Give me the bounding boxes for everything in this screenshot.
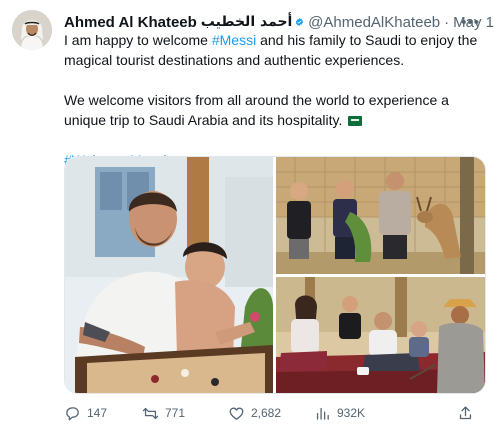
avatar-image (12, 10, 52, 50)
verified-badge-icon (296, 18, 304, 26)
share-button[interactable] (457, 405, 480, 422)
messi-hashtag-link[interactable]: #Messi (212, 32, 256, 48)
author-name[interactable]: Ahmed Al Khateeb (64, 14, 197, 31)
text-segment: I am happy to welcome (64, 32, 212, 48)
photo-family-sitting-with-guide[interactable] (276, 277, 486, 394)
tweet-header: Ahmed Al Khateeb أحمد الخطيب @AhmedAlKha… (64, 12, 494, 32)
retweet-button[interactable]: 771 (142, 405, 228, 422)
retweet-count: 771 (165, 406, 186, 420)
views-button[interactable]: 932K (314, 405, 404, 422)
photo-boys-feeding-deer[interactable] (276, 157, 486, 274)
author-name-arabic[interactable]: أحمد الخطيب (201, 14, 293, 30)
photo-messi-carrom[interactable] (65, 157, 273, 394)
more-options-icon[interactable]: ••• (461, 14, 480, 31)
tweet-actions: 147 771 2,682 932K (64, 402, 484, 424)
views-count: 932K (337, 406, 366, 420)
author-handle[interactable]: @AhmedAlKhateeb (308, 14, 440, 31)
separator-dot: · (444, 13, 450, 31)
media-grid (64, 156, 486, 394)
tweet-paragraph-1: I am happy to welcome #Messi and his fam… (64, 30, 490, 70)
heart-icon (229, 407, 244, 420)
views-chart-icon (316, 407, 329, 420)
author-avatar[interactable] (12, 10, 52, 50)
reply-icon (66, 406, 79, 420)
tweet-card[interactable]: Ahmed Al Khateeb أحمد الخطيب @AhmedAlKha… (0, 0, 500, 430)
reply-button[interactable]: 147 (64, 405, 142, 422)
tweet-paragraph-2: We welcome visitors from all around the … (64, 90, 490, 130)
reply-count: 147 (87, 406, 108, 420)
like-count: 2,682 (251, 406, 282, 420)
text-segment: We welcome visitors from all around the … (64, 92, 449, 128)
like-button[interactable]: 2,682 (228, 405, 314, 422)
share-icon (459, 405, 472, 419)
tweet-text: I am happy to welcome #Messi and his fam… (64, 30, 490, 170)
retweet-icon (142, 407, 159, 419)
saudi-flag-icon (348, 116, 363, 126)
